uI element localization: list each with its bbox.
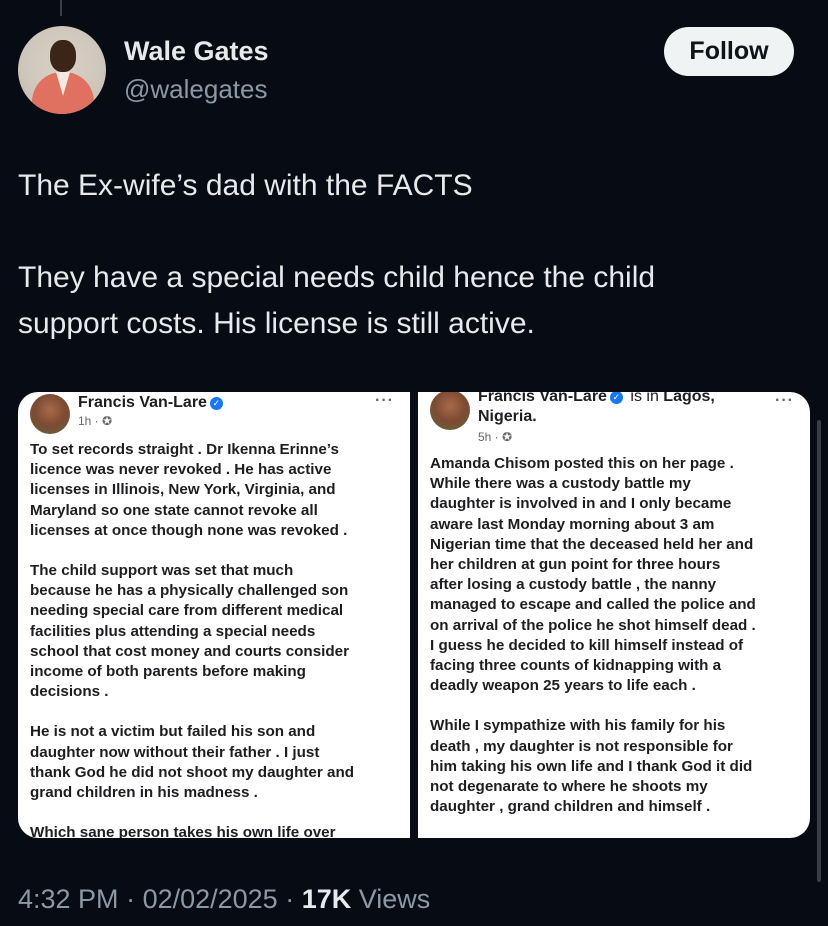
scrollbar[interactable] (817, 420, 821, 882)
fb-avatar (30, 394, 70, 434)
media-image-left[interactable]: Francis Van-Lare ✓ 1h · ✪ ··· To set reco… (18, 392, 410, 838)
tweet-date[interactable]: 02/02/2025 (143, 884, 278, 914)
tweet-media[interactable]: Francis Van-Lare ✓ 1h · ✪ ··· To set reco… (18, 392, 810, 838)
more-options-icon: ··· (375, 392, 394, 409)
fb-post-time: 5h · ✪ (478, 430, 513, 444)
views-count: 17K (301, 884, 352, 914)
views-label: Views (351, 884, 431, 914)
follow-button[interactable]: Follow (664, 27, 794, 76)
avatar[interactable] (18, 26, 106, 114)
tweet-time[interactable]: 4:32 PM (18, 884, 119, 914)
fb-post-body: To set records straight . Dr Ikenna Erin… (30, 441, 354, 838)
tweet-text-line-1: The Ex-wife’s dad with the FACTS (18, 169, 473, 202)
fb-post-author: Francis Van-Lare ✓ is in Lagos, (478, 392, 715, 405)
thread-connector-line (60, 0, 62, 16)
fb-post-location: Nigeria. (478, 408, 537, 425)
tweet-text-line-2: They have a special needs child hence th… (18, 261, 656, 294)
tweet-meta: 4:32 PM · 02/02/2025 · 17K Views (18, 884, 431, 914)
verified-badge-icon: ✓ (209, 397, 223, 410)
author-handle[interactable]: @walegates (124, 74, 267, 105)
fb-post-author: Francis Van-Lare ✓ (78, 394, 226, 412)
globe-icon: ✪ (102, 414, 113, 428)
fb-post-body: Amanda Chisom posted this on her page . … (430, 455, 756, 816)
fb-post-time: 1h · ✪ (78, 414, 113, 428)
media-image-right[interactable]: Francis Van-Lare ✓ is in Lagos, Nigeria. … (418, 392, 810, 838)
globe-icon: ✪ (502, 430, 513, 444)
verified-badge-icon: ✓ (609, 392, 623, 404)
more-options-icon: ··· (775, 392, 794, 409)
fb-avatar (430, 392, 470, 430)
author-name[interactable]: Wale Gates (124, 36, 269, 67)
tweet-text-line-3: support costs. His license is still acti… (18, 307, 535, 340)
avatar-head (50, 40, 76, 72)
